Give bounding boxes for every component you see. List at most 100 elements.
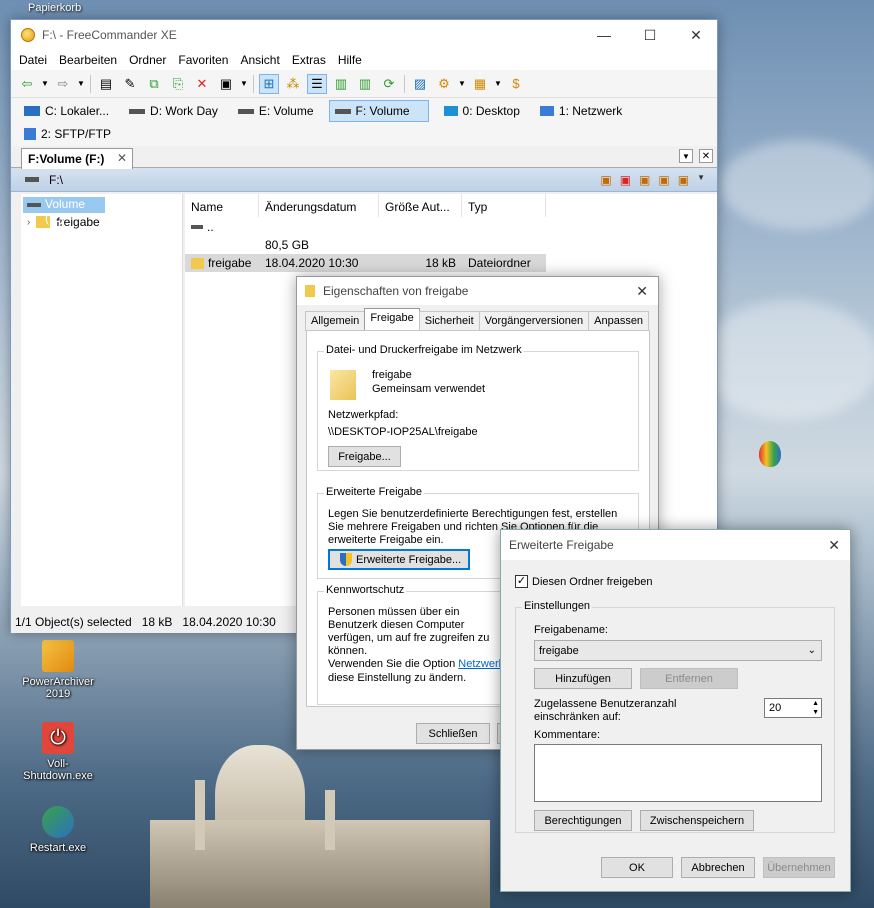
- limit-spinner[interactable]: 20 ▲ ▼: [764, 698, 822, 718]
- properties-icon[interactable]: ▨: [410, 74, 430, 94]
- desktop-icon-shutdown[interactable]: ⏻ Voll-Shutdown.exe: [18, 722, 98, 782]
- path-tools-icons[interactable]: ▣ ▣ ▣ ▣ ▣ ▼: [600, 173, 705, 187]
- advanced-sharing-button[interactable]: Erweiterte Freigabe...: [328, 549, 470, 570]
- tab-strip: F:Volume (F:) ✕ ▼ ✕: [11, 146, 717, 169]
- tab-anpassen[interactable]: Anpassen: [588, 311, 650, 331]
- drive-icon: [237, 108, 254, 114]
- caching-button[interactable]: Zwischenspeichern: [640, 810, 754, 831]
- column-date[interactable]: Änderungsdatum: [259, 193, 379, 217]
- forward-arrow-icon[interactable]: ⇨: [53, 74, 73, 94]
- drive-e[interactable]: E: Volume: [233, 100, 319, 122]
- panel-right-icon[interactable]: ▥: [355, 74, 375, 94]
- menu-favoriten[interactable]: Favoriten: [172, 53, 234, 67]
- menu-ordner[interactable]: Ordner: [123, 53, 172, 67]
- column-name[interactable]: Name: [185, 193, 259, 217]
- drive-f[interactable]: F: Volume: [328, 100, 429, 122]
- list-row-parent[interactable]: ..: [185, 218, 717, 236]
- close-panel-icon[interactable]: ✕: [699, 149, 713, 163]
- close-icon[interactable]: ✕: [636, 283, 648, 300]
- remove-button: Entfernen: [640, 668, 738, 689]
- tab-label: F:Volume (F:): [28, 152, 105, 166]
- tab-freigabe[interactable]: Freigabe: [364, 308, 420, 331]
- path-bar[interactable]: F:\ ▣ ▣ ▣ ▣ ▣ ▼: [11, 168, 717, 192]
- ok-button[interactable]: OK: [601, 857, 673, 878]
- cancel-button[interactable]: Abbrechen: [681, 857, 755, 878]
- drive-label: 1: Netzwerk: [558, 104, 623, 118]
- copy-icon[interactable]: ⧉: [144, 74, 164, 94]
- pack-icon[interactable]: ▣: [216, 74, 236, 94]
- minimize-button[interactable]: —: [581, 20, 627, 50]
- move-icon[interactable]: ⎘: [168, 74, 188, 94]
- dropdown-arrow-icon[interactable]: ▼: [494, 74, 502, 94]
- menu-ansicht[interactable]: Ansicht: [234, 53, 285, 67]
- cell-size: 18 kB: [425, 256, 456, 270]
- desktop-icon-restart[interactable]: Restart.exe: [18, 806, 98, 854]
- netpath-label: Netzwerkpfad:: [328, 409, 399, 421]
- status-text: 1/1 Object(s) selected 18 kB 18.04.2020 …: [15, 615, 276, 629]
- view-icon[interactable]: ▤: [96, 74, 116, 94]
- menu-bearbeiten[interactable]: Bearbeiten: [53, 53, 123, 67]
- chevron-right-icon[interactable]: ›: [27, 217, 30, 228]
- tree-root[interactable]: Volume (F:): [23, 197, 105, 225]
- panel-left-icon[interactable]: ▥: [331, 74, 351, 94]
- share-checkbox-label[interactable]: Diesen Ordner freigeben: [532, 576, 652, 589]
- refresh-icon[interactable]: ⟳: [379, 74, 399, 94]
- share-button[interactable]: Freigabe...: [328, 446, 401, 467]
- drive-d[interactable]: D: Work Day: [124, 100, 223, 122]
- drive-c[interactable]: C: Lokaler...: [19, 100, 114, 122]
- drive-desktop[interactable]: 0: Desktop: [439, 100, 525, 122]
- recycle-bin-label[interactable]: Papierkorb: [28, 2, 81, 14]
- comment-textarea[interactable]: [534, 744, 822, 802]
- tab-sicherheit[interactable]: Sicherheit: [418, 311, 480, 331]
- dialog-title-bar[interactable]: Erweiterte Freigabe ✕: [501, 530, 850, 560]
- cell-date: 18.04.2020 10:30: [265, 256, 359, 270]
- dialog-title-bar[interactable]: Eigenschaften von freigabe ✕: [297, 277, 658, 305]
- details-view-icon[interactable]: ☰: [307, 73, 327, 94]
- drive-sftp[interactable]: 2: SFTP/FTP: [19, 123, 116, 145]
- desktop-icon-label: Voll-Shutdown.exe: [23, 758, 93, 782]
- desktop-icon-powerarchiver[interactable]: PowerArchiver 2019: [18, 640, 98, 700]
- back-arrow-icon[interactable]: ⇦: [17, 74, 37, 94]
- dropdown-arrow-icon[interactable]: ▼: [77, 74, 85, 94]
- tab-allgemein[interactable]: Allgemein: [305, 311, 366, 331]
- menu-datei[interactable]: Datei: [13, 53, 53, 67]
- dropdown-arrow-icon[interactable]: ▼: [240, 74, 248, 94]
- spinner-arrows-icon[interactable]: ▲ ▼: [812, 699, 819, 717]
- close-button[interactable]: ✕: [673, 20, 719, 50]
- toolbar-separator: [404, 74, 405, 93]
- apply-button: Übernehmen: [763, 857, 835, 878]
- dropdown-arrow-icon[interactable]: ▼: [458, 74, 466, 94]
- folder-size-icon[interactable]: $: [506, 74, 526, 94]
- close-dialog-button[interactable]: Schließen: [416, 723, 490, 744]
- edit-icon[interactable]: ✎: [120, 74, 140, 94]
- tab-vorgaengerversionen[interactable]: Vorgängerversionen: [478, 311, 590, 331]
- menu-hilfe[interactable]: Hilfe: [332, 53, 368, 67]
- password-text-3: diese Einstellung zu ändern.: [328, 672, 467, 684]
- menu-extras[interactable]: Extras: [286, 53, 332, 67]
- toolbar-separator: [90, 74, 91, 93]
- close-tab-icon[interactable]: ✕: [117, 151, 127, 165]
- settings-icon[interactable]: ⚙: [434, 74, 454, 94]
- tab-menu-icon[interactable]: ▼: [679, 149, 693, 163]
- close-icon[interactable]: ✕: [828, 537, 840, 554]
- favorites-icon[interactable]: ▦: [470, 74, 490, 94]
- table-row[interactable]: freigabe 18.04.2020 10:30 18 kB Dateiord…: [185, 254, 546, 272]
- delete-icon[interactable]: ✕: [192, 74, 212, 94]
- thumbnail-icon[interactable]: ⁂: [283, 74, 303, 94]
- toolbar: ⇦ ▼ ⇨ ▼ ▤ ✎ ⧉ ⎘ ✕ ▣ ▼ ⊞ ⁂ ☰ ▥ ▥ ⟳ ▨ ⚙ ▼ …: [11, 70, 717, 98]
- maximize-button[interactable]: ☐: [627, 20, 673, 50]
- dropdown-arrow-icon[interactable]: ▼: [41, 74, 49, 94]
- permissions-button[interactable]: Berechtigungen: [534, 810, 632, 831]
- add-button[interactable]: Hinzufügen: [534, 668, 632, 689]
- dialog-title: Erweiterte Freigabe: [509, 538, 614, 552]
- freecommander-icon: [21, 28, 35, 42]
- tab-f-volume[interactable]: F:Volume (F:) ✕: [21, 148, 133, 169]
- tree-view-icon[interactable]: ⊞: [259, 73, 279, 94]
- drive-netzwerk[interactable]: 1: Netzwerk: [535, 100, 627, 122]
- list-header: Name Änderungsdatum Größe Aut... Typ: [185, 193, 717, 218]
- column-type[interactable]: Typ: [462, 193, 546, 217]
- column-size[interactable]: Größe Aut...: [379, 193, 462, 217]
- share-checkbox[interactable]: ✓: [515, 575, 528, 588]
- title-bar[interactable]: F:\ - FreeCommander XE — ☐ ✕: [11, 20, 717, 50]
- sharename-select[interactable]: freigabe ⌄: [534, 640, 822, 661]
